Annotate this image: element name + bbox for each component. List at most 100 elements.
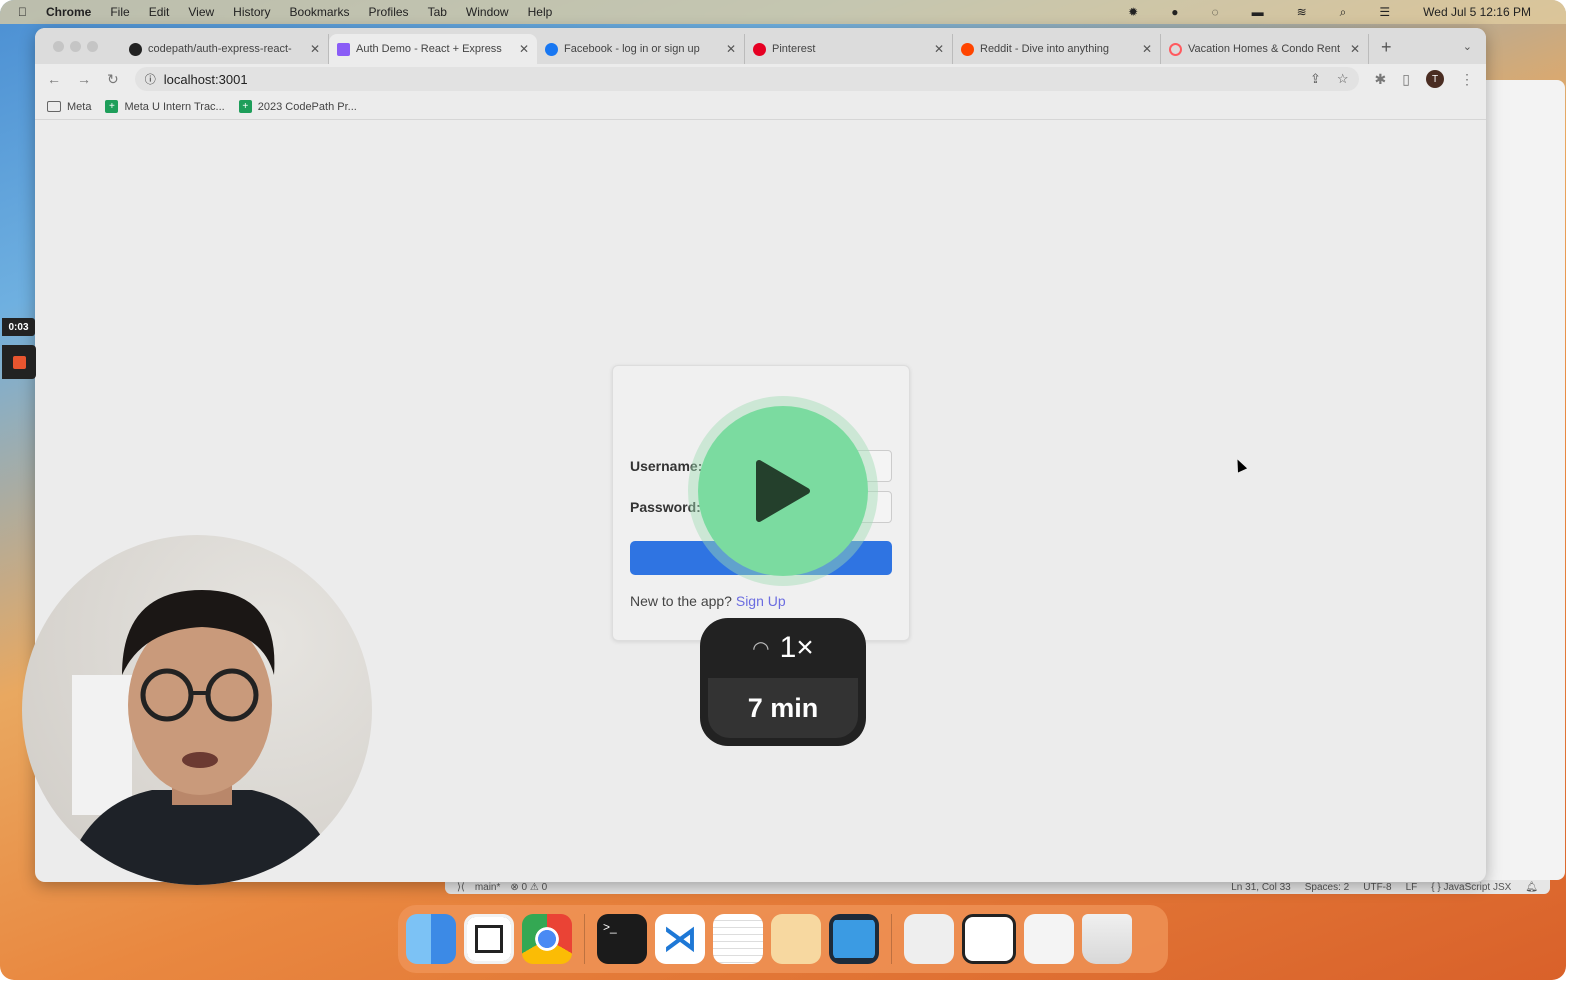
battery-icon[interactable]: ▬ [1252, 5, 1264, 19]
tab-github[interactable]: codepath/auth-express-react- ✕ [121, 34, 329, 64]
side-panel-icon[interactable]: ▯ [1402, 71, 1410, 88]
wifi-icon[interactable]: ≋ [1297, 5, 1307, 19]
tab-airbnb[interactable]: Vacation Homes & Condo Rent ✕ [1161, 34, 1369, 64]
profile-avatar[interactable]: T [1426, 70, 1444, 88]
tableplus-icon[interactable] [771, 914, 821, 964]
close-icon[interactable]: ✕ [726, 42, 736, 56]
more-menu-icon[interactable]: ⋮ [1460, 71, 1474, 88]
signup-link[interactable]: Sign Up [736, 593, 786, 609]
mouse-icon[interactable]: ◌ [1211, 5, 1218, 19]
dock: >_ ⋊ [398, 905, 1168, 973]
facebook-icon [545, 42, 558, 56]
menu-edit[interactable]: Edit [149, 5, 170, 19]
search-icon[interactable]: ⌕ [1340, 5, 1347, 20]
presenter-video [62, 590, 342, 885]
bookmark-codepath[interactable]: +2023 CodePath Pr... [238, 100, 357, 113]
folder-icon [47, 101, 61, 112]
gear-icon[interactable]: ✹ [1128, 5, 1138, 19]
git-branch[interactable]: main* [475, 882, 501, 893]
apple-icon[interactable]:  [18, 5, 27, 19]
terminal-icon[interactable]: >_ [597, 914, 647, 964]
bookmark-label: Meta U Intern Trac... [124, 100, 225, 113]
vscode-icon[interactable]: ⋊ [655, 914, 705, 964]
pinterest-icon [753, 42, 766, 56]
play-button[interactable] [688, 396, 878, 586]
tab-title: codepath/auth-express-react- [148, 43, 292, 55]
menu-bar:  Chrome File Edit View History Bookmark… [0, 0, 1566, 24]
preview-window-icon[interactable] [962, 914, 1016, 964]
playback-info[interactable]: ◠ 1× 7 min [700, 618, 866, 746]
language-mode[interactable]: { } JavaScript JSX [1431, 882, 1511, 893]
menu-bookmarks[interactable]: Bookmarks [290, 5, 350, 19]
reload-icon[interactable]: ↻ [107, 71, 119, 88]
stop-icon [12, 355, 26, 369]
menu-help[interactable]: Help [528, 5, 553, 19]
address-bar[interactable]: ⓘ localhost:3001 ⇪ ☆ [134, 67, 1359, 91]
bell-icon[interactable]: 🔔︎ [1525, 882, 1538, 893]
tab-auth-demo[interactable]: Auth Demo - React + Express ✕ [329, 34, 537, 64]
play-icon [756, 460, 810, 522]
document-icon[interactable] [1024, 914, 1074, 964]
forward-icon[interactable]: → [77, 71, 91, 87]
new-tab-button[interactable]: + [1381, 37, 1392, 58]
tab-reddit[interactable]: Reddit - Dive into anything ✕ [953, 34, 1161, 64]
close-icon[interactable]: ✕ [1142, 42, 1152, 56]
dock-divider [584, 914, 585, 964]
menu-tab[interactable]: Tab [428, 5, 447, 19]
problems-count[interactable]: ⊗ 0 ⚠ 0 [510, 882, 547, 893]
back-icon[interactable]: ← [47, 71, 61, 87]
desktop:  Chrome File Edit View History Bookmark… [0, 0, 1566, 980]
tab-facebook[interactable]: Facebook - log in or sign up ✕ [537, 34, 745, 64]
extensions-icon[interactable]: ✱ [1375, 71, 1387, 88]
bookmark-label: 2023 CodePath Pr... [257, 100, 357, 113]
menu-file[interactable]: File [110, 5, 129, 19]
network-app-icon[interactable] [464, 914, 514, 964]
dock-divider [891, 914, 892, 964]
sheets-icon: + [238, 100, 252, 113]
vite-icon [337, 42, 350, 56]
window-controls[interactable] [53, 41, 98, 52]
line-ending[interactable]: LF [1406, 882, 1418, 893]
toolbar: ← → ↻ ⓘ localhost:3001 ⇪ ☆ ✱ ▯ T ⋮ [35, 64, 1486, 94]
trash-icon[interactable] [1082, 914, 1132, 964]
finder-icon[interactable] [406, 914, 456, 964]
tab-title: Reddit - Dive into anything [980, 43, 1110, 55]
bookmarks-bar: Meta + Meta U Intern Trac... +2023 CodePa… [35, 94, 1486, 120]
tab-search-chevron-icon[interactable]: ⌄ [1463, 40, 1472, 53]
bookmark-intern-tracker[interactable]: + Meta U Intern Trac... [105, 100, 225, 113]
playback-speed[interactable]: 1× [780, 631, 814, 665]
stop-recording-button[interactable] [2, 345, 36, 379]
info-icon[interactable]: ⓘ [145, 71, 156, 87]
indentation[interactable]: Spaces: 2 [1305, 882, 1349, 893]
github-icon [129, 42, 142, 56]
close-icon[interactable]: ✕ [1350, 42, 1360, 56]
menu-history[interactable]: History [233, 5, 270, 19]
menu-profiles[interactable]: Profiles [369, 5, 409, 19]
sheets-icon: + [105, 100, 119, 113]
facebook-icon[interactable]: ● [1171, 5, 1178, 19]
archive-utility-icon[interactable] [904, 914, 954, 964]
chrome-icon[interactable] [522, 914, 572, 964]
menu-chrome[interactable]: Chrome [46, 5, 91, 19]
bookmark-meta[interactable]: Meta [47, 101, 91, 113]
textedit-icon[interactable] [713, 914, 763, 964]
close-icon[interactable]: ✕ [934, 42, 944, 56]
clock[interactable]: Wed Jul 5 12:16 PM [1423, 5, 1531, 19]
cursor-position[interactable]: Ln 31, Col 33 [1231, 882, 1291, 893]
star-icon[interactable]: ☆ [1337, 71, 1349, 87]
close-icon[interactable]: ✕ [519, 42, 529, 56]
menu-window[interactable]: Window [466, 5, 509, 19]
encoding[interactable]: UTF-8 [1363, 882, 1391, 893]
url-text[interactable]: localhost:3001 [164, 72, 248, 87]
close-icon[interactable]: ✕ [310, 42, 320, 56]
menu-view[interactable]: View [188, 5, 214, 19]
share-icon[interactable]: ⇪ [1310, 71, 1321, 87]
speedometer-icon: ◠ [752, 637, 770, 660]
tab-title: Vacation Homes & Condo Rent [1188, 43, 1341, 55]
control-center-icon[interactable]: ☰ [1379, 5, 1390, 19]
tab-pinterest[interactable]: Pinterest ✕ [745, 34, 953, 64]
video-duration: 7 min [708, 678, 858, 738]
calculator-app-icon[interactable] [829, 914, 879, 964]
vscode-status-bar: ⟩⟨ main* ⊗ 0 ⚠ 0 Ln 31, Col 33 Spaces: 2… [445, 880, 1550, 894]
remote-icon[interactable]: ⟩⟨ [457, 882, 465, 893]
